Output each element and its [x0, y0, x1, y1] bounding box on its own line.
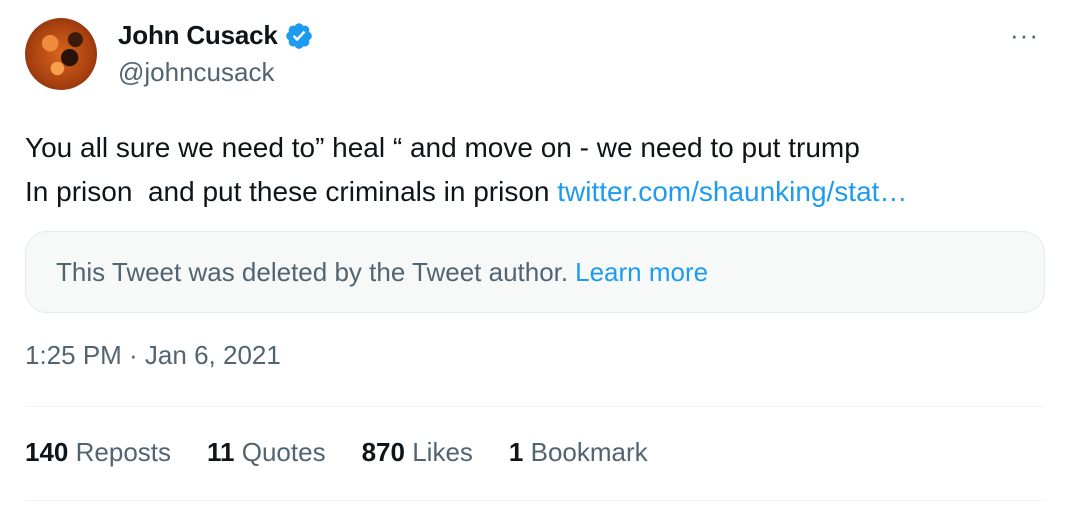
tweet-link[interactable]: twitter.com/shaunking/stat… — [557, 176, 907, 207]
verified-badge-icon — [285, 22, 312, 49]
bookmarks-label: Bookmark — [530, 437, 648, 467]
likes-label: Likes — [412, 437, 473, 467]
author-name[interactable]: John Cusack — [118, 20, 278, 51]
more-horizontal-icon[interactable]: ··· — [1010, 22, 1039, 48]
learn-more-link[interactable]: Learn more — [575, 257, 708, 288]
avatar[interactable] — [25, 18, 97, 90]
tweet-text: You all sure we need to” heal “ and move… — [25, 126, 1055, 214]
likes-stat[interactable]: 870 Likes — [362, 437, 473, 468]
quotes-stat[interactable]: 11 Quotes — [207, 437, 326, 468]
reposts-label: Reposts — [75, 437, 172, 467]
engagement-stats: 140 Reposts 11 Quotes 870 Likes 1 Bookma… — [25, 437, 684, 468]
quotes-label: Quotes — [241, 437, 326, 467]
divider — [25, 500, 1045, 501]
bookmarks-count: 1 — [508, 437, 524, 467]
author-row: John Cusack — [118, 20, 314, 51]
likes-count: 870 — [361, 437, 405, 467]
tweet-text-line-1: You all sure we need to” heal “ and move… — [25, 132, 860, 163]
bookmarks-stat[interactable]: 1 Bookmark — [509, 437, 648, 468]
tweet-text-line-2: In prison and put these criminals in pri… — [25, 170, 1055, 214]
deleted-quote-card: This Tweet was deleted by the Tweet auth… — [25, 231, 1045, 313]
deleted-tweet-message: This Tweet was deleted by the Tweet auth… — [56, 256, 569, 287]
quotes-count: 11 — [207, 437, 235, 467]
tweet-text-line-2-body: In prison and put these criminals in pri… — [25, 176, 558, 207]
reposts-count: 140 — [25, 437, 69, 467]
tweet-timestamp[interactable]: 1:25 PM · Jan 6, 2021 — [25, 340, 281, 371]
divider — [25, 406, 1045, 407]
reposts-stat[interactable]: 140 Reposts — [25, 437, 171, 468]
author-handle[interactable]: @johncusack — [118, 57, 274, 88]
